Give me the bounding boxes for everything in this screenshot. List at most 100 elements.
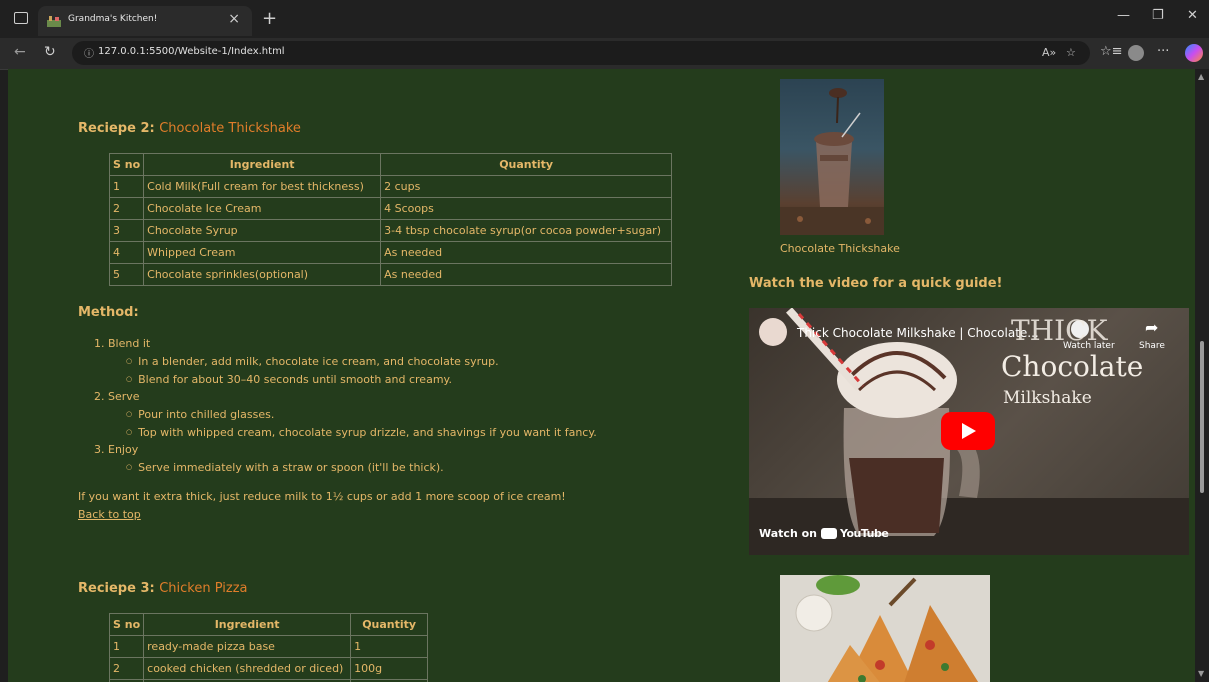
recipe3-prefix: Reciepe 3: bbox=[78, 581, 155, 596]
new-tab-icon[interactable]: + bbox=[262, 8, 277, 29]
thickshake-caption: Chocolate Thickshake bbox=[780, 242, 900, 255]
tab-active[interactable]: Grandma's Kitchen! × bbox=[38, 6, 252, 36]
recipe3-heading: Reciepe 3: Chicken Pizza bbox=[78, 581, 248, 596]
recipe2-prefix: Reciepe 2: bbox=[78, 121, 155, 136]
cell-ingredient: Cold Milk(Full cream for best thickness) bbox=[143, 175, 382, 198]
copilot-icon[interactable] bbox=[1185, 44, 1203, 62]
thickshake-photo bbox=[780, 79, 884, 235]
cell-quantity: As needed bbox=[380, 263, 673, 286]
cell-quantity: 100g bbox=[350, 657, 429, 680]
favorite-star-icon[interactable]: ☆ bbox=[1066, 46, 1076, 59]
recipe2-heading: Reciepe 2: Chocolate Thickshake bbox=[78, 121, 301, 136]
back-icon[interactable]: ← bbox=[14, 44, 26, 60]
overlay-milkshake: Milkshake bbox=[1003, 388, 1092, 408]
table-row: 5 Chocolate sprinkles(optional) As neede… bbox=[108, 263, 673, 286]
cell-quantity: 1 bbox=[350, 635, 429, 658]
youtube-wordmark: YouTube bbox=[840, 527, 889, 540]
watch-on-label: Watch on bbox=[759, 527, 817, 540]
cell-ingredient: Chocolate Syrup bbox=[143, 219, 382, 242]
step-title: 2. Serve bbox=[94, 390, 140, 403]
recipe3-dish: Chicken Pizza bbox=[159, 581, 248, 596]
favorites-icon[interactable]: ☆≡ bbox=[1100, 44, 1123, 59]
method-heading: Method: bbox=[78, 305, 139, 320]
read-aloud-icon[interactable]: A» bbox=[1042, 46, 1056, 59]
cell-sno: 2 bbox=[108, 657, 145, 680]
play-button[interactable] bbox=[941, 412, 995, 450]
header-sno: S no bbox=[108, 613, 145, 636]
table-row: 2 cooked chicken (shredded or diced) 100… bbox=[108, 657, 429, 680]
cell-quantity: 3-4 tbsp chocolate syrup(or cocoa powder… bbox=[380, 219, 673, 242]
sidebar-toggle-icon[interactable] bbox=[14, 12, 28, 24]
tab-close-icon[interactable]: × bbox=[228, 11, 240, 27]
header-sno: S no bbox=[108, 153, 145, 176]
cell-sno: 1 bbox=[108, 175, 145, 198]
overlay-thick: THICK bbox=[1011, 314, 1108, 347]
cell-quantity: 2 cups bbox=[380, 175, 673, 198]
tab-bar: Grandma's Kitchen! × + — ❐ ✕ bbox=[0, 0, 1209, 38]
minimize-icon[interactable]: — bbox=[1117, 8, 1130, 23]
vertical-scrollbar[interactable]: ▲ ▼ bbox=[1195, 69, 1209, 682]
scroll-down-icon[interactable]: ▼ bbox=[1198, 669, 1204, 678]
pizza-photo bbox=[780, 575, 990, 682]
cell-ingredient: Chocolate sprinkles(optional) bbox=[143, 263, 382, 286]
cell-sno: 2 bbox=[108, 197, 145, 220]
video-title[interactable]: Thick Chocolate Milkshake | Chocolate... bbox=[797, 326, 1039, 340]
cell-quantity: As needed bbox=[380, 241, 673, 264]
overlay-chocolate: Chocolate bbox=[1001, 350, 1144, 383]
cell-sno: 4 bbox=[108, 241, 145, 264]
close-window-icon[interactable]: ✕ bbox=[1187, 8, 1198, 23]
channel-avatar[interactable] bbox=[759, 318, 787, 346]
cell-sno: 1 bbox=[108, 635, 145, 658]
cell-ingredient: Chocolate Ice Cream bbox=[143, 197, 382, 220]
address-bar[interactable]: ⓘ 127.0.0.1:5500/Website-1/Index.html A»… bbox=[72, 41, 1090, 65]
table-row: 4 Whipped Cream As needed bbox=[108, 241, 673, 264]
step-detail: In a blender, add milk, chocolate ice cr… bbox=[126, 355, 499, 368]
recipe3-ingredient-table: S no Ingredient Quantity 1 ready-made pi… bbox=[108, 613, 429, 682]
header-ingredient: Ingredient bbox=[143, 153, 382, 176]
cell-ingredient: Whipped Cream bbox=[143, 241, 382, 264]
table-row: 3 Chocolate Syrup 3-4 tbsp chocolate syr… bbox=[108, 219, 673, 242]
table-header-row: S no Ingredient Quantity bbox=[108, 153, 673, 176]
share-icon[interactable]: ➦ bbox=[1145, 318, 1158, 337]
cell-ingredient: cooked chicken (shredded or diced) bbox=[143, 657, 352, 680]
step-detail: Serve immediately with a straw or spoon … bbox=[126, 461, 444, 474]
refresh-icon[interactable]: ↻ bbox=[44, 44, 56, 60]
cell-quantity: 4 Scoops bbox=[380, 197, 673, 220]
table-row: 2 Chocolate Ice Cream 4 Scoops bbox=[108, 197, 673, 220]
table-row: 1 ready-made pizza base 1 bbox=[108, 635, 429, 658]
youtube-logo-icon bbox=[821, 528, 837, 539]
step-title: 3. Enjoy bbox=[94, 443, 139, 456]
step-detail: Top with whipped cream, chocolate syrup … bbox=[126, 426, 597, 439]
more-menu-icon[interactable]: ··· bbox=[1157, 44, 1169, 59]
cell-sno: 3 bbox=[108, 219, 145, 242]
url-text[interactable]: 127.0.0.1:5500/Website-1/Index.html bbox=[98, 46, 285, 57]
table-header-row: S no Ingredient Quantity bbox=[108, 613, 429, 636]
header-quantity: Quantity bbox=[350, 613, 429, 636]
page-content: Reciepe 2: Chocolate Thickshake S no Ing… bbox=[8, 69, 1195, 682]
pizza-illustration bbox=[780, 575, 990, 682]
back-to-top-link[interactable]: Back to top bbox=[78, 508, 141, 521]
recipe2-dish: Chocolate Thickshake bbox=[159, 121, 301, 136]
table-row: 1 Cold Milk(Full cream for best thicknes… bbox=[108, 175, 673, 198]
recipe2-ingredient-table: S no Ingredient Quantity 1 Cold Milk(Ful… bbox=[108, 153, 673, 286]
thickshake-illustration bbox=[780, 88, 884, 235]
address-toolbar: ← ↻ ⓘ 127.0.0.1:5500/Website-1/Index.htm… bbox=[0, 38, 1209, 70]
header-quantity: Quantity bbox=[380, 153, 673, 176]
step-detail: Pour into chilled glasses. bbox=[126, 408, 274, 421]
thickness-tip: If you want it extra thick, just reduce … bbox=[78, 490, 566, 503]
step-title: 1. Blend it bbox=[94, 337, 151, 350]
youtube-embed[interactable]: Thick Chocolate Milkshake | Chocolate...… bbox=[749, 308, 1189, 555]
scrollbar-thumb[interactable] bbox=[1200, 341, 1204, 493]
restore-icon[interactable]: ❐ bbox=[1152, 8, 1164, 23]
watch-on-youtube-button[interactable]: Watch on YouTube bbox=[749, 518, 891, 550]
favicon-icon bbox=[47, 16, 61, 27]
tab-title: Grandma's Kitchen! bbox=[68, 14, 158, 24]
video-heading: Watch the video for a quick guide! bbox=[749, 276, 1003, 291]
cell-ingredient: ready-made pizza base bbox=[143, 635, 352, 658]
step-detail: Blend for about 30–40 seconds until smoo… bbox=[126, 373, 452, 386]
scroll-up-icon[interactable]: ▲ bbox=[1198, 72, 1204, 81]
play-icon bbox=[962, 423, 976, 439]
header-ingredient: Ingredient bbox=[143, 613, 352, 636]
info-icon[interactable]: ⓘ bbox=[84, 45, 94, 60]
profile-avatar[interactable] bbox=[1128, 45, 1144, 61]
